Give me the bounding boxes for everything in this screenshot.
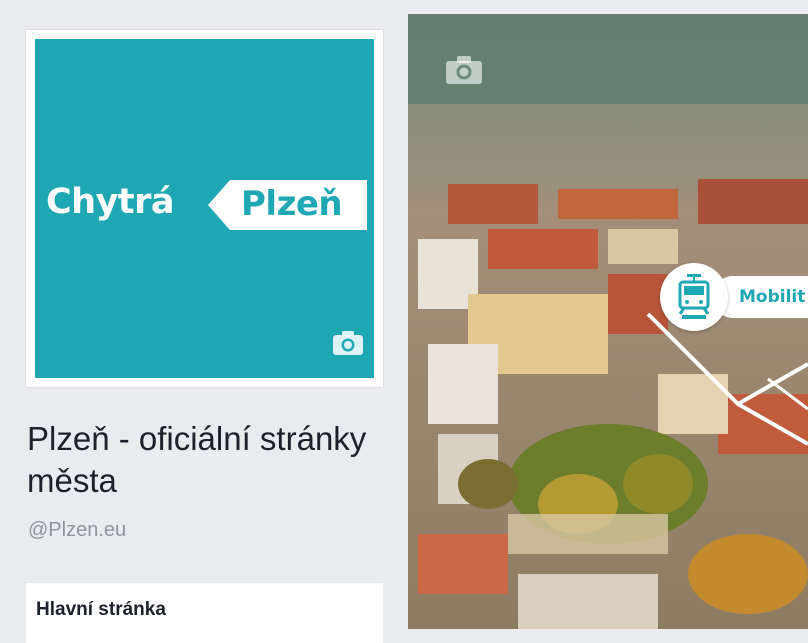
logo-text-plzen: Plzeň: [241, 184, 343, 224]
logo-tag: Plzeň: [208, 180, 367, 230]
nav-item-home[interactable]: Hlavní stránka: [36, 599, 166, 621]
mobility-label: Mobilit: [739, 287, 806, 307]
profile-picture-frame[interactable]: Chytrá Plzeň: [26, 30, 383, 387]
camera-icon[interactable]: [444, 54, 484, 86]
page-username[interactable]: @Plzen.eu: [28, 519, 126, 542]
page-sidebar: Chytrá Plzeň Plzeň - oficiální stránky m…: [0, 0, 408, 643]
tram-icon: [678, 274, 710, 319]
mobility-circle: [660, 263, 728, 331]
profile-picture[interactable]: Chytrá Plzeň: [35, 39, 374, 378]
mobility-badge: Mobilit: [660, 263, 808, 333]
logo-text-chytra: Chytrá: [46, 182, 175, 222]
camera-icon[interactable]: [331, 329, 365, 357]
page-nav: Hlavní stránka: [26, 583, 383, 643]
cover-photo[interactable]: Mobilit: [408, 14, 808, 629]
page-title: Plzeň - oficiální stránky města: [27, 420, 367, 499]
